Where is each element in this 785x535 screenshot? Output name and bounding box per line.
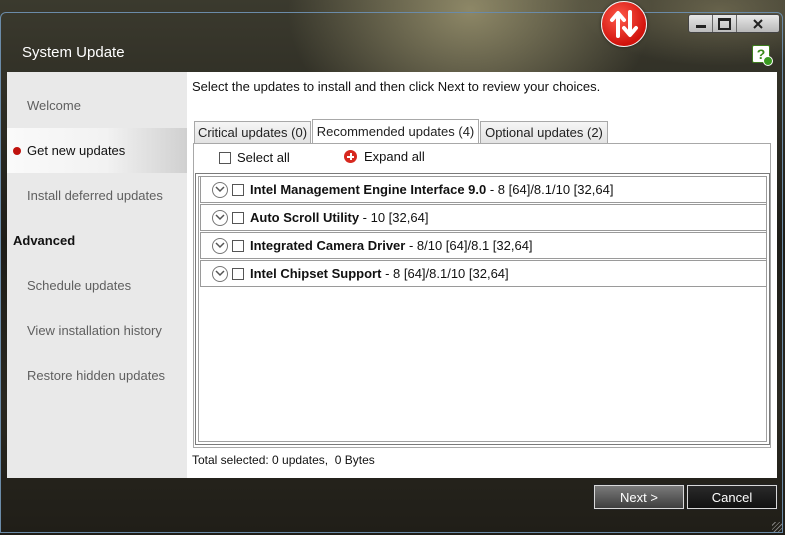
help-badge-icon xyxy=(763,56,773,66)
tab-label: Optional updates (2) xyxy=(485,125,603,140)
chevron-down-icon xyxy=(215,270,225,277)
window-controls xyxy=(688,14,780,33)
update-row[interactable]: Integrated Camera Driver - 8/10 [64]/8.1… xyxy=(200,232,767,259)
update-name: Intel Chipset Support xyxy=(250,266,382,281)
update-row[interactable]: Intel Chipset Support - 8 [64]/8.1/10 [3… xyxy=(200,260,767,287)
sidebar-item-welcome[interactable]: Welcome xyxy=(7,83,187,128)
expand-row-button[interactable] xyxy=(212,209,228,226)
update-detail: - 8 [64]/8.1/10 [32,64] xyxy=(381,266,509,281)
update-name: Integrated Camera Driver xyxy=(250,238,406,253)
maximize-button[interactable] xyxy=(713,15,737,32)
sidebar-item-label: Install deferred updates xyxy=(27,188,163,203)
sidebar-item-view-installation-history[interactable]: View installation history xyxy=(7,308,187,353)
chevron-down-icon xyxy=(215,242,225,249)
sidebar-item-label: Restore hidden updates xyxy=(27,368,166,383)
sidebar-item-restore-hidden-updates[interactable]: Restore hidden updates xyxy=(7,353,187,398)
help-icon[interactable]: ? xyxy=(752,45,773,66)
selection-summary: Total selected: 0 updates, 0 Bytes xyxy=(192,453,375,467)
cancel-button-label: Cancel xyxy=(711,489,753,505)
updates-list-inner: Intel Management Engine Interface 9.0 - … xyxy=(198,176,767,442)
update-name: Auto Scroll Utility xyxy=(250,210,360,225)
update-checkbox[interactable] xyxy=(232,183,244,196)
sidebar-item-label: Get new updates xyxy=(27,143,126,158)
expand-all-label: Expand all xyxy=(364,149,425,164)
window-title: System Update xyxy=(22,44,125,61)
expand-row-button[interactable] xyxy=(212,181,228,198)
updates-list[interactable]: Intel Management Engine Interface 9.0 - … xyxy=(195,173,770,445)
update-checkbox[interactable] xyxy=(232,211,244,224)
sidebar-item-install-deferred-updates[interactable]: Install deferred updates xyxy=(7,173,187,218)
chevron-down-icon xyxy=(215,186,225,193)
tab-critical-updates[interactable]: Critical updates (0) xyxy=(194,121,311,143)
sidebar: Welcome Get new updates Install deferred… xyxy=(7,72,187,478)
main-panel: Select the updates to install and then c… xyxy=(187,72,777,478)
sidebar-item-label: View installation history xyxy=(27,323,162,338)
tab-label: Recommended updates (4) xyxy=(316,124,475,139)
chevron-down-icon xyxy=(215,214,225,221)
tab-label: Critical updates (0) xyxy=(197,125,308,140)
next-button-label: Next > xyxy=(620,489,658,505)
cancel-button[interactable]: Cancel xyxy=(686,484,778,510)
update-detail: - 10 [32,64] xyxy=(359,210,429,225)
select-all-checkbox[interactable]: Select all xyxy=(219,150,290,165)
select-all-label: Select all xyxy=(237,150,290,165)
expand-all-icon xyxy=(344,150,357,163)
update-name: Intel Management Engine Interface 9.0 xyxy=(250,182,487,197)
tab-recommended-updates[interactable]: Recommended updates (4) xyxy=(312,119,479,143)
expand-row-button[interactable] xyxy=(212,265,228,282)
sidebar-item-get-new-updates[interactable]: Get new updates xyxy=(7,128,187,173)
checkbox-icon xyxy=(219,151,231,164)
maximize-icon xyxy=(718,17,731,30)
sidebar-item-label: Welcome xyxy=(27,98,81,113)
resize-grip[interactable] xyxy=(772,522,782,532)
instructions-text: Select the updates to install and then c… xyxy=(192,79,601,94)
expand-all-button[interactable]: Expand all xyxy=(344,149,425,164)
update-checkbox[interactable] xyxy=(232,239,244,252)
active-indicator-icon xyxy=(13,147,21,155)
app-logo-icon xyxy=(601,1,647,47)
minimize-button[interactable] xyxy=(689,15,713,32)
sidebar-item-schedule-updates[interactable]: Schedule updates xyxy=(7,263,187,308)
update-row[interactable]: Intel Management Engine Interface 9.0 - … xyxy=(200,176,767,203)
close-button[interactable] xyxy=(737,15,779,32)
expand-row-button[interactable] xyxy=(212,237,228,254)
update-detail: - 8 [64]/8.1/10 [32,64] xyxy=(486,182,614,197)
update-checkbox[interactable] xyxy=(232,267,244,280)
sidebar-item-label: Schedule updates xyxy=(27,278,132,293)
tab-optional-updates[interactable]: Optional updates (2) xyxy=(480,121,608,143)
update-row[interactable]: Auto Scroll Utility - 10 [32,64] xyxy=(200,204,767,231)
close-icon xyxy=(753,18,763,29)
minimize-icon xyxy=(695,25,706,28)
update-detail: - 8/10 [64]/8.1 [32,64] xyxy=(405,238,533,253)
next-button[interactable]: Next > xyxy=(593,484,685,510)
sidebar-heading-advanced: Advanced xyxy=(13,233,76,248)
